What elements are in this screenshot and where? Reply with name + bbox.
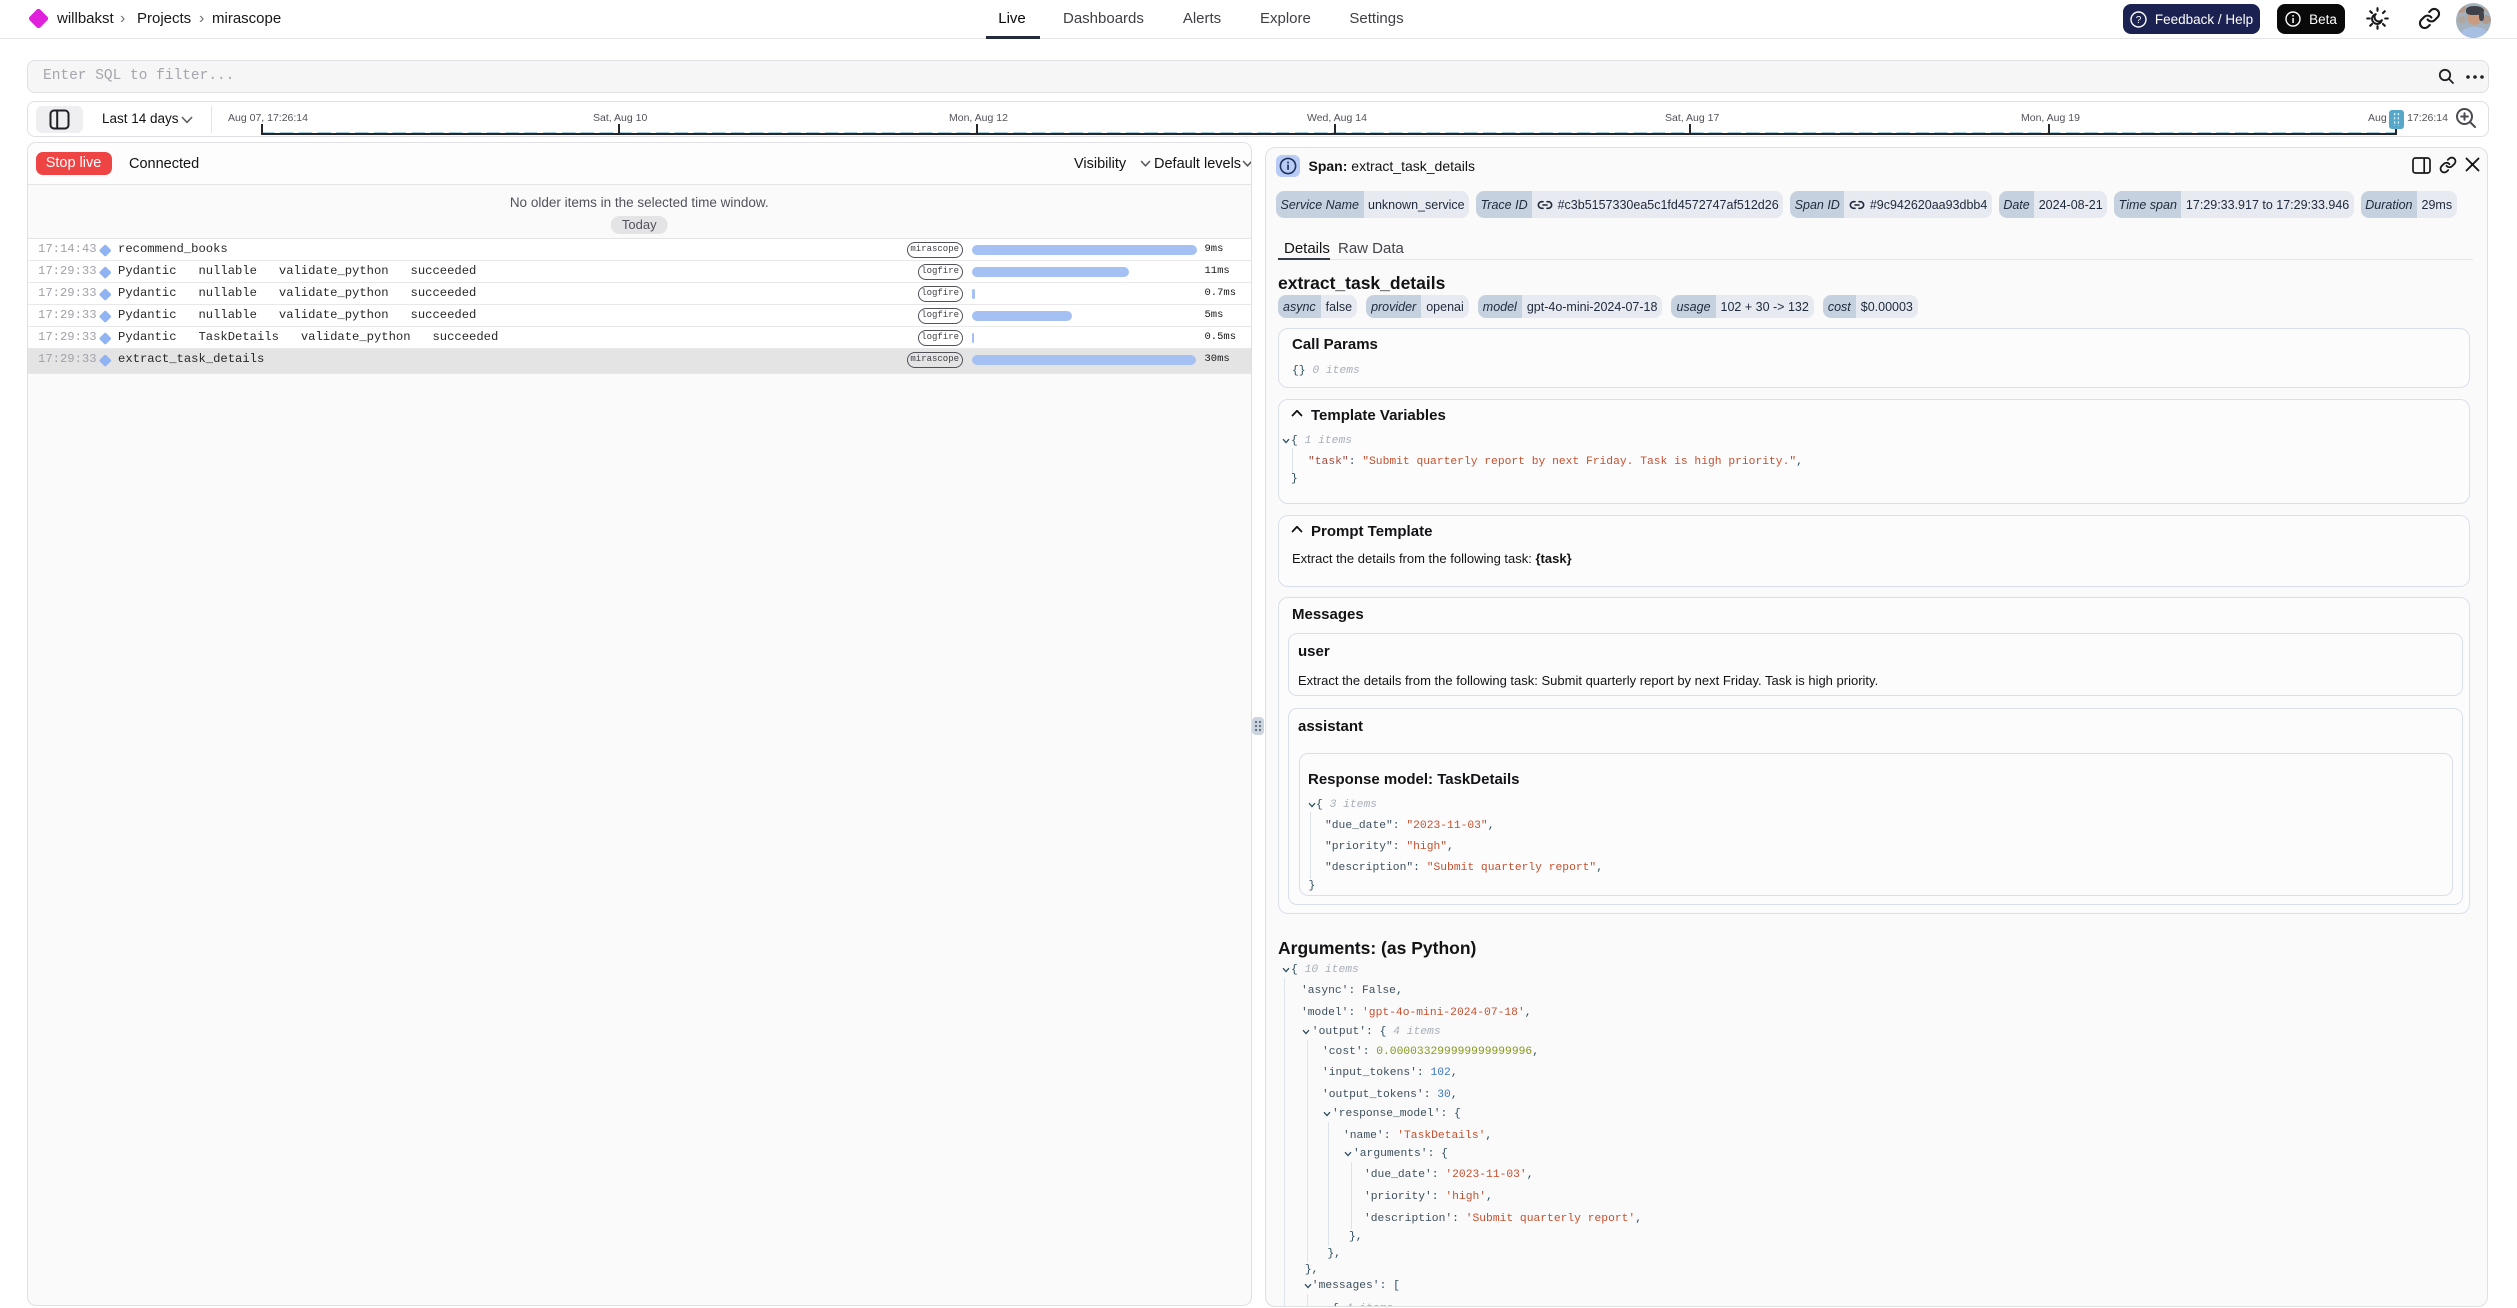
svg-text:?: ? xyxy=(2136,15,2142,26)
